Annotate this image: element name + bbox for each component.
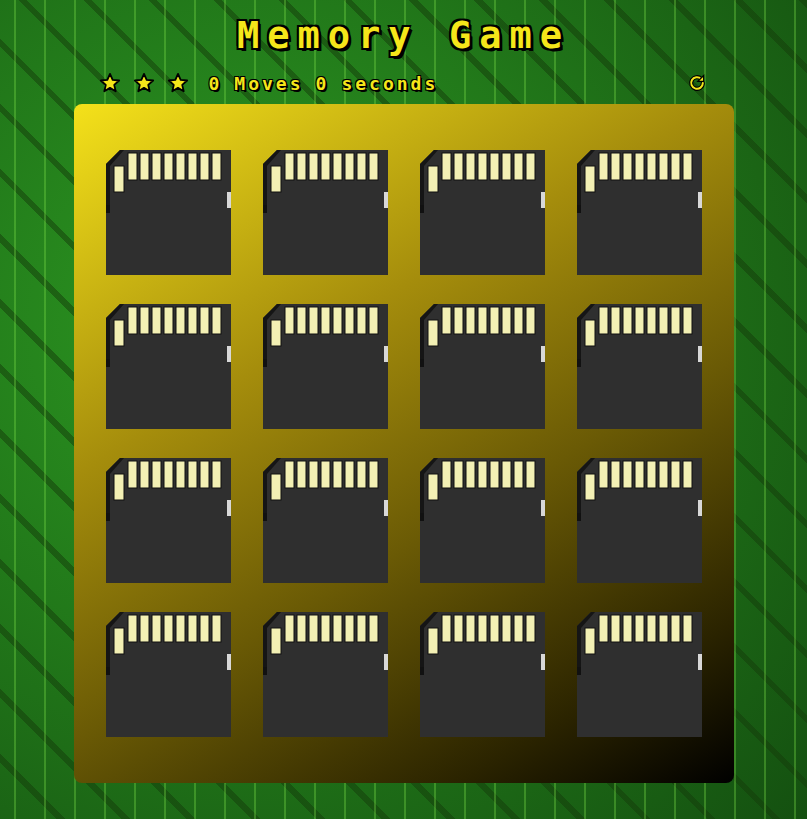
sd-card-icon [420,458,545,583]
game-page: Memory Game 0 Moves 0 seconds [0,0,807,819]
card-deck [74,104,734,783]
card[interactable] [577,612,702,737]
card[interactable] [106,458,231,583]
sd-card-icon [577,150,702,275]
sd-card-icon [106,612,231,737]
card[interactable] [577,304,702,429]
sd-card-icon [106,304,231,429]
card[interactable] [106,612,231,737]
sd-card-icon [577,612,702,737]
moves-count: 0 [209,73,223,94]
star-rating [99,72,189,94]
sd-card-icon [106,458,231,583]
card[interactable] [106,150,231,275]
card[interactable] [263,458,388,583]
star-icon [99,72,121,94]
sd-card-icon [420,150,545,275]
card[interactable] [420,150,545,275]
restart-icon [687,73,707,93]
moves-label: Moves [234,73,303,94]
card[interactable] [420,304,545,429]
seconds-label: seconds [341,73,438,94]
seconds-count: 0 [316,73,330,94]
card[interactable] [577,458,702,583]
sd-card-icon [577,458,702,583]
card[interactable] [263,150,388,275]
score-panel: 0 Moves 0 seconds [99,70,709,96]
sd-card-icon [263,150,388,275]
card[interactable] [263,304,388,429]
star-icon [133,72,155,94]
card[interactable] [420,458,545,583]
game-container: Memory Game 0 Moves 0 seconds [0,0,807,783]
card[interactable] [106,304,231,429]
game-title: Memory Game [237,14,570,58]
sd-card-icon [263,458,388,583]
star-icon [167,72,189,94]
card[interactable] [263,612,388,737]
sd-card-icon [420,304,545,429]
sd-card-icon [106,150,231,275]
restart-button[interactable] [687,73,707,93]
card[interactable] [420,612,545,737]
sd-card-icon [263,304,388,429]
sd-card-icon [420,612,545,737]
sd-card-icon [263,612,388,737]
card[interactable] [577,150,702,275]
sd-card-icon [577,304,702,429]
